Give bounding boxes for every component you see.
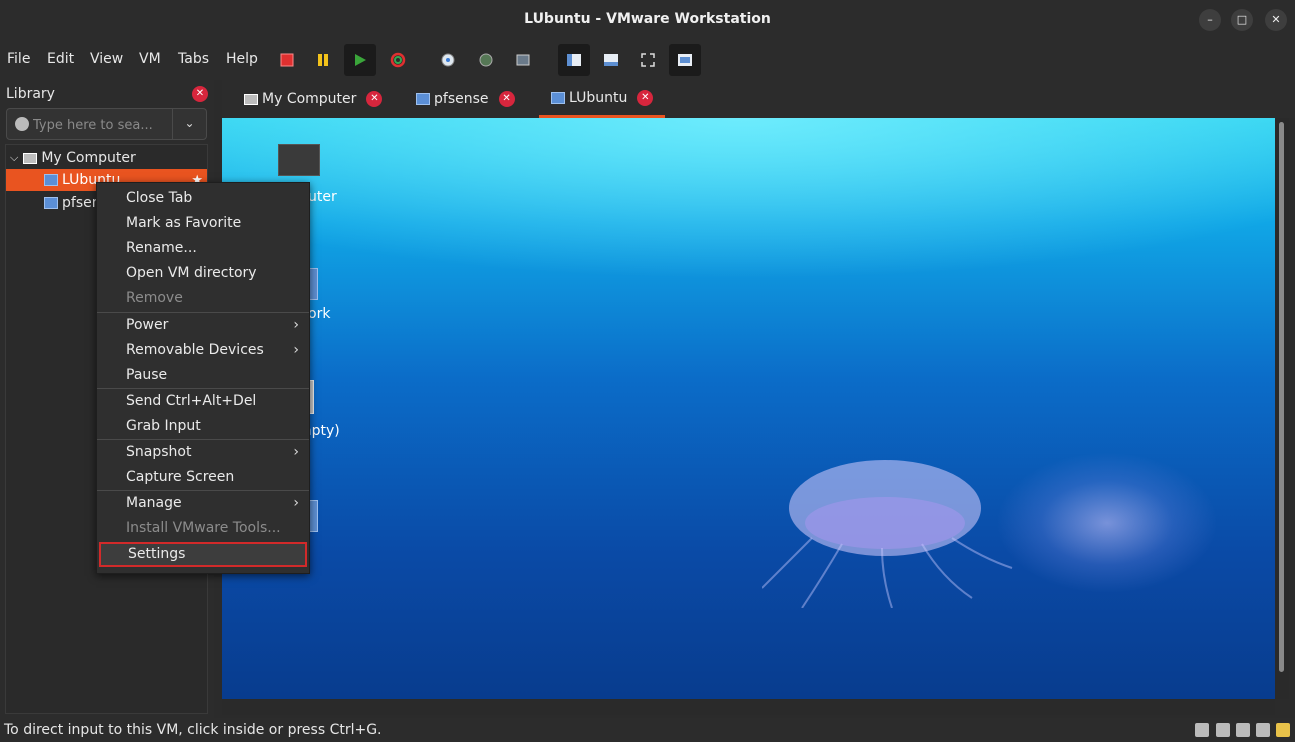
sound-icon[interactable] (1256, 723, 1270, 737)
close-tab-icon[interactable]: ✕ (366, 91, 383, 107)
tab-bar: My Computer ✕ pfsense ✕ LUbuntu ✕ (222, 80, 1295, 118)
revert-icon (479, 53, 493, 67)
vm-context-menu: Close Tab Mark as Favorite Rename... Ope… (96, 182, 310, 574)
chevron-right-icon: › (293, 317, 299, 333)
tab-pfsense[interactable]: pfsense ✕ (416, 80, 515, 118)
thumbnail-bar-button[interactable] (595, 44, 627, 76)
vm-icon (44, 174, 58, 186)
tab-lubuntu[interactable]: LUbuntu ✕ (539, 80, 666, 118)
thumbnail-icon (604, 54, 618, 66)
tab-label: LUbuntu (569, 89, 628, 106)
search-icon (15, 117, 29, 131)
snapshot-manager-button[interactable] (507, 44, 539, 76)
fullscreen-icon (641, 53, 655, 67)
vm-icon (551, 91, 565, 104)
menu-item-pause[interactable]: Pause (97, 363, 309, 388)
minimize-button[interactable]: – (1199, 9, 1221, 31)
revert-snapshot-button[interactable] (470, 44, 502, 76)
network-icon[interactable] (1216, 723, 1230, 737)
printer-icon[interactable] (1236, 723, 1250, 737)
menu-item-rename[interactable]: Rename... (97, 236, 309, 261)
window-title: LUbuntu - VMware Workstation (524, 11, 771, 27)
desktop-label-network: ork (308, 306, 331, 322)
chevron-down-icon: ⌵ (10, 151, 19, 164)
menu-tabs[interactable]: Tabs (178, 51, 209, 67)
close-tab-icon[interactable]: ✕ (498, 91, 515, 107)
library-search: ⌄ (6, 108, 207, 140)
fullscreen-button[interactable] (632, 44, 664, 76)
unity-icon (678, 54, 692, 66)
menu-item-label: Manage (126, 495, 182, 511)
hard-disk-icon[interactable] (1195, 723, 1209, 737)
refresh-icon (390, 52, 406, 68)
menu-item-label: Removable Devices (126, 342, 264, 358)
menu-file[interactable]: File (7, 51, 30, 67)
tab-my-computer[interactable]: My Computer ✕ (244, 80, 383, 118)
menu-item-mark-favorite[interactable]: Mark as Favorite (97, 211, 309, 236)
search-dropdown-button[interactable]: ⌄ (172, 109, 206, 139)
tree-label-my-computer: My Computer (41, 150, 136, 166)
computer-icon (244, 93, 258, 105)
search-input[interactable] (33, 115, 173, 135)
menu-item-close-tab[interactable]: Close Tab (97, 186, 309, 211)
reset-button[interactable] (382, 44, 414, 76)
menu-vm[interactable]: VM (139, 51, 161, 67)
pause-icon (318, 54, 328, 66)
library-title: Library (6, 86, 55, 102)
close-window-button[interactable]: ✕ (1265, 9, 1287, 31)
menu-item-label: Power (126, 317, 169, 333)
menu-help[interactable]: Help (226, 51, 258, 67)
snapshot-icon (441, 53, 455, 67)
menu-item-send-ctrl-alt-del[interactable]: Send Ctrl+Alt+Del (97, 389, 309, 414)
menu-edit[interactable]: Edit (47, 51, 74, 67)
menu-item-open-vm-directory[interactable]: Open VM directory (97, 261, 309, 286)
show-library-button[interactable] (558, 44, 590, 76)
title-bar: LUbuntu - VMware Workstation – □ ✕ (0, 0, 1295, 40)
menu-item-install-vmware-tools: Install VMware Tools... (126, 520, 281, 536)
tab-label: pfsense (434, 91, 489, 107)
tree-node-my-computer[interactable]: ⌵ My Computer (10, 147, 136, 169)
play-icon (355, 54, 366, 66)
message-icon[interactable] (1276, 723, 1290, 737)
close-tab-icon[interactable]: ✕ (637, 89, 654, 106)
power-off-button[interactable] (271, 44, 303, 76)
jellyfish-image (762, 460, 1013, 608)
menu-item-power[interactable]: Power › (97, 313, 309, 338)
vm-icon (416, 93, 430, 105)
scrollbar-thumb[interactable] (1279, 122, 1284, 672)
maximize-button[interactable]: □ (1231, 9, 1253, 31)
stop-icon (280, 53, 294, 67)
chevron-right-icon: › (293, 444, 299, 460)
vm-display[interactable]: uter ork mpty) (222, 118, 1275, 699)
snapshot-button[interactable] (432, 44, 464, 76)
menu-bar: File Edit View VM Tabs Help (0, 40, 1295, 80)
vertical-scrollbar[interactable] (1275, 118, 1289, 699)
menu-item-capture-screen[interactable]: Capture Screen (97, 465, 309, 490)
computer-icon (23, 152, 38, 164)
menu-item-manage[interactable]: Manage › (97, 491, 309, 516)
menu-item-remove: Remove (126, 290, 183, 306)
suspend-button[interactable] (307, 44, 339, 76)
library-view-icon (567, 54, 581, 66)
desktop-computer-icon[interactable] (278, 144, 320, 176)
menu-item-snapshot[interactable]: Snapshot › (97, 440, 309, 465)
horizontal-scrollbar[interactable] (222, 699, 1275, 715)
power-on-button[interactable] (344, 44, 376, 76)
close-library-button[interactable]: ✕ (192, 86, 208, 102)
status-text: To direct input to this VM, click inside… (4, 722, 382, 738)
menu-item-grab-input[interactable]: Grab Input (97, 414, 309, 439)
chevron-right-icon: › (293, 342, 299, 358)
snapshot-manager-icon (516, 54, 530, 66)
menu-view[interactable]: View (90, 51, 123, 67)
desktop-label-computer: uter (308, 189, 337, 205)
chevron-right-icon: › (293, 495, 299, 511)
menu-item-settings[interactable]: Settings (99, 542, 307, 567)
status-bar: To direct input to this VM, click inside… (0, 718, 1295, 742)
tab-label: My Computer (262, 91, 357, 107)
menu-item-label: Snapshot (126, 444, 192, 460)
menu-item-removable-devices[interactable]: Removable Devices › (97, 338, 309, 363)
vm-icon (44, 197, 58, 209)
unity-button[interactable] (669, 44, 701, 76)
